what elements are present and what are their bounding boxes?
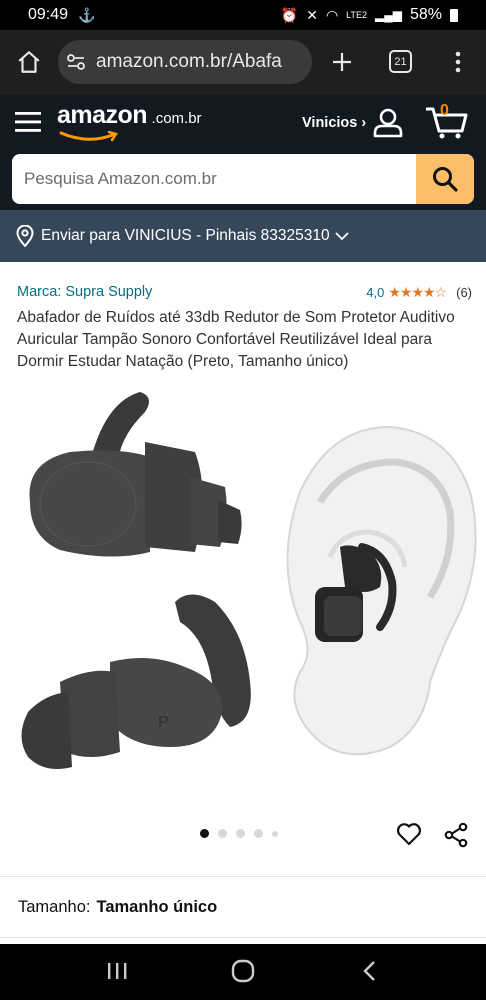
svg-text:P: P xyxy=(158,714,169,731)
home-icon[interactable] xyxy=(16,49,42,75)
account-link[interactable]: Vinicios › xyxy=(302,115,366,131)
carousel-dot[interactable] xyxy=(236,829,245,838)
alarm-icon: ⏰ xyxy=(280,6,299,23)
status-bar: 09:49 ⚓ ⏰ ✕ ◠ LTE2 ▂▄▆ 58% xyxy=(0,0,486,30)
hamburger-menu-icon[interactable] xyxy=(15,111,41,133)
carousel-dot[interactable] xyxy=(254,829,263,838)
back-icon[interactable] xyxy=(362,960,378,982)
product-image-drawing: P xyxy=(21,392,477,770)
rating-count: (6) xyxy=(456,285,472,300)
earplug-top-image xyxy=(29,392,242,557)
chevron-down-icon xyxy=(335,232,349,241)
amazon-header: amazon .com.br Vinicios › 0 xyxy=(0,95,486,210)
earplug-bottom-image: P xyxy=(21,594,251,770)
status-time: 09:49 xyxy=(28,6,69,23)
ear-image xyxy=(286,425,477,756)
rating-value: 4,0 xyxy=(366,285,385,300)
wifi-icon: ◠ xyxy=(325,6,339,23)
site-settings-icon[interactable] xyxy=(66,52,86,72)
amazon-logo[interactable]: amazon .com.br xyxy=(57,101,202,142)
notification-icon: ⚓ xyxy=(78,6,96,23)
cart-count: 0 xyxy=(440,102,449,119)
search-icon xyxy=(433,167,458,192)
brand-link[interactable]: Marca: Supra Supply xyxy=(17,284,152,300)
carousel-dot[interactable] xyxy=(200,829,209,838)
product-title: Abafador de Ruídos até 33db Redutor de S… xyxy=(17,309,455,370)
carousel-dot[interactable] xyxy=(272,830,278,837)
logo-smile-icon xyxy=(59,131,118,142)
menu-dots-icon[interactable] xyxy=(454,50,462,74)
logo-suffix: .com.br xyxy=(151,110,202,127)
address-bar[interactable]: amazon.com.br/Abafa xyxy=(58,40,312,84)
mute-icon: ✕ xyxy=(306,6,318,23)
network-label: LTE2 xyxy=(346,10,367,20)
share-icon[interactable] xyxy=(443,822,469,848)
search-button[interactable] xyxy=(416,154,474,204)
carousel-dot[interactable] xyxy=(218,829,227,838)
heart-icon[interactable] xyxy=(396,822,422,846)
home-button-icon[interactable] xyxy=(231,959,255,983)
tab-count: 21 xyxy=(394,55,407,68)
new-tab-icon[interactable] xyxy=(330,50,354,74)
brand-rating-row: Marca: Supra Supply 4,0 ★★★★☆ (6) xyxy=(17,284,472,300)
search-bar xyxy=(12,154,474,204)
browser-toolbar: amazon.com.br/Abafa 21 xyxy=(0,30,486,95)
product-image[interactable]: P xyxy=(0,382,486,812)
deliver-to-bar[interactable]: Enviar para VINICIUS - Pinhais 83325310 xyxy=(0,210,486,262)
rating-summary[interactable]: 4,0 ★★★★☆ (6) xyxy=(366,284,472,301)
user-icon[interactable] xyxy=(372,106,404,138)
signal-icon: ▂▄▆ xyxy=(375,8,402,22)
size-label: Tamanho: xyxy=(18,897,91,916)
search-input[interactable] xyxy=(12,154,416,204)
image-carousel-dots[interactable] xyxy=(200,829,278,838)
star-rating-icon: ★★★★☆ xyxy=(388,284,447,300)
recent-apps-icon[interactable] xyxy=(106,961,128,981)
battery-text: 58% xyxy=(409,6,442,23)
url-text: amazon.com.br/Abafa xyxy=(96,51,282,72)
location-pin-icon xyxy=(16,225,34,247)
battery-icon xyxy=(450,8,458,22)
system-nav-bar xyxy=(0,944,486,1000)
deliver-text: Enviar para VINICIUS - Pinhais 83325310 xyxy=(41,227,330,244)
size-value: Tamanho único xyxy=(96,897,218,916)
tab-switcher-button[interactable]: 21 xyxy=(389,50,412,73)
logo-text: amazon xyxy=(57,101,148,129)
size-selector[interactable]: Tamanho: Tamanho único xyxy=(0,876,486,938)
